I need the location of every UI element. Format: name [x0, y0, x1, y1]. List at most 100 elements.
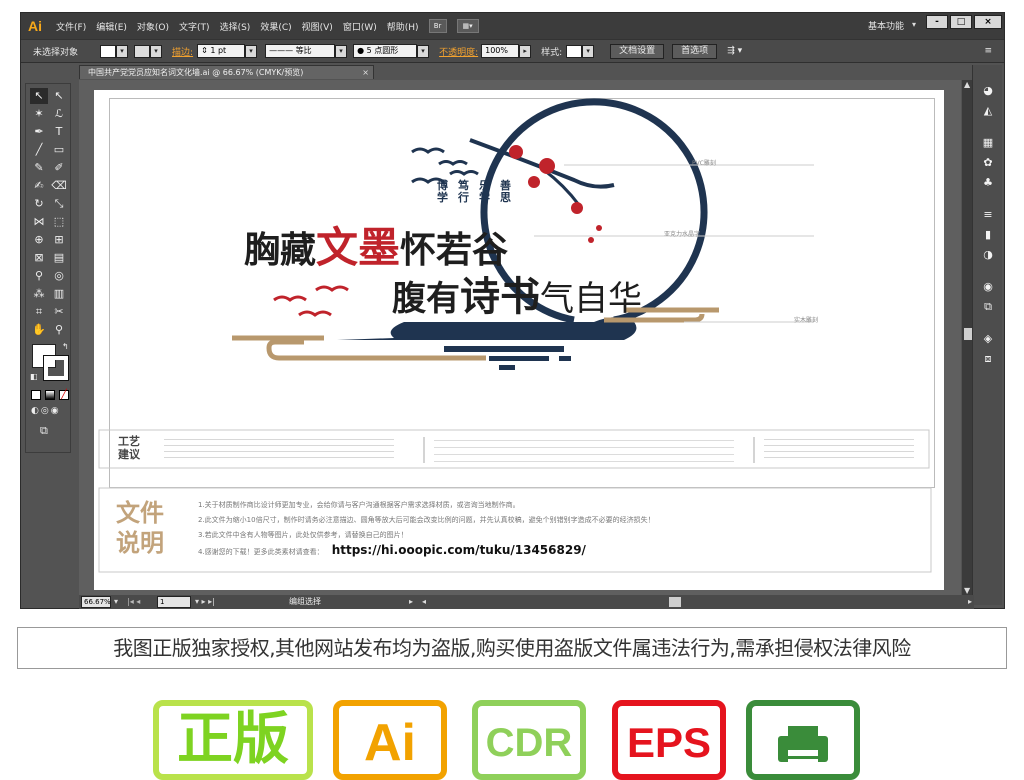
stroke-weight-dropdown[interactable]: ▾ [245, 44, 258, 58]
fill-dropdown[interactable]: ▾ [116, 44, 129, 58]
none-mode-button[interactable]: ╱ [59, 390, 69, 400]
profile-dropdown[interactable]: ▾ [335, 44, 348, 58]
gradient-mode-button[interactable] [45, 390, 55, 400]
paintbrush-tool-icon[interactable]: ✎ [30, 160, 48, 176]
status-menu-icon[interactable]: ▸ [409, 595, 413, 609]
layers-panel-icon[interactable]: ◈ [978, 331, 998, 347]
color-guide-icon[interactable]: ◭ [978, 103, 998, 119]
color-panel-icon[interactable]: ◕ [978, 83, 998, 99]
hand-tool-icon[interactable]: ✋ [30, 322, 48, 338]
document-setup-button[interactable]: 文档设置 [610, 43, 665, 59]
screen-mode-icon[interactable]: ⧉ [40, 424, 48, 438]
variable-width-profile[interactable]: ——— 等比 [265, 44, 336, 58]
horizontal-scroll-thumb[interactable] [669, 597, 681, 607]
stroke-weight-field[interactable]: ⇕ 1 pt [197, 44, 246, 58]
swatches-panel-icon[interactable]: ▦ [978, 135, 998, 151]
bridge-button[interactable]: Br [428, 19, 447, 33]
blob-brush-tool-icon[interactable]: ✍ [30, 178, 48, 194]
scroll-down-icon[interactable]: ▼ [964, 586, 970, 595]
brush-dropdown[interactable]: ▾ [417, 44, 430, 58]
opacity-dropdown[interactable]: ▸ [519, 44, 532, 58]
scale-tool-icon[interactable]: ⤡ [50, 196, 68, 212]
artboard-number-field[interactable]: 1 [157, 596, 191, 608]
scroll-left-icon[interactable]: ◂ [422, 595, 426, 609]
maximize-button[interactable]: □ [950, 15, 972, 29]
gradient-panel-icon[interactable]: ▮ [978, 227, 998, 243]
brush-definition[interactable]: ● 5 点圆形 [353, 44, 418, 58]
transparency-panel-icon[interactable]: ◑ [978, 247, 998, 263]
close-button[interactable]: × [974, 15, 1002, 29]
brushes-panel-icon[interactable]: ✿ [978, 155, 998, 171]
scroll-right-icon[interactable]: ▸ [968, 595, 972, 609]
workspace-dropdown-icon[interactable]: ▾ [912, 20, 916, 29]
gradient-tool-icon[interactable]: ▤ [50, 250, 68, 266]
rectangle-tool-icon[interactable]: ▭ [50, 142, 68, 158]
direct-selection-tool-icon[interactable]: ↖ [50, 88, 68, 104]
width-tool-icon[interactable]: ⋈ [30, 214, 48, 230]
minimize-button[interactable]: - [926, 15, 948, 29]
eraser-tool-icon[interactable]: ⌫ [50, 178, 68, 194]
zoom-tool-icon[interactable]: ⚲ [50, 322, 68, 338]
color-mode-button[interactable] [31, 390, 41, 400]
arrange-icon[interactable]: ⇶ ▾ [727, 46, 742, 56]
scroll-up-icon[interactable]: ▲ [964, 80, 970, 89]
preferences-button[interactable]: 首选项 [672, 43, 718, 59]
stroke-dropdown[interactable]: ▾ [150, 44, 163, 58]
shape-builder-tool-icon[interactable]: ⊕ [30, 232, 48, 248]
column-graph-tool-icon[interactable]: ▥ [50, 286, 68, 302]
free-transform-tool-icon[interactable]: ⬚ [50, 214, 68, 230]
blend-tool-icon[interactable]: ◎ [50, 268, 68, 284]
stroke-panel-icon[interactable]: ≡ [978, 207, 998, 223]
draw-mode-icons[interactable]: ◐◎◉ [31, 406, 61, 416]
slice-tool-icon[interactable]: ✂ [50, 304, 68, 320]
artboards-panel-icon[interactable]: ⧈ [978, 351, 998, 367]
appearance-panel-icon[interactable]: ◉ [978, 279, 998, 295]
eyedropper-tool-icon[interactable]: ⚲ [30, 268, 48, 284]
status-text[interactable]: 编组选择 [289, 595, 321, 609]
opacity-label[interactable]: 不透明度: [439, 45, 478, 58]
stroke-color-box[interactable] [43, 355, 69, 381]
menu-help[interactable]: 帮助(H) [387, 20, 419, 33]
symbols-panel-icon[interactable]: ♣ [978, 175, 998, 191]
menu-file[interactable]: 文件(F) [56, 20, 86, 33]
zoom-dropdown-icon[interactable]: ▾ [114, 595, 118, 609]
perspective-grid-tool-icon[interactable]: ⊞ [50, 232, 68, 248]
canvas-area[interactable]: 胸藏文墨怀若谷 腹有诗书气自华 博学笃行乐学善思 PVC雕刻 亚克力水晶字 实木… [79, 80, 961, 595]
type-tool-icon[interactable]: T [50, 124, 68, 140]
stroke-swatch[interactable] [134, 44, 151, 58]
stroke-label[interactable]: 描边: [172, 45, 193, 58]
document-tab[interactable]: 中国共产党党员应知名词文化墙.ai @ 66.67% (CMYK/预览) × [79, 65, 374, 79]
pencil-tool-icon[interactable]: ✐ [50, 160, 68, 176]
rotate-tool-icon[interactable]: ↻ [30, 196, 48, 212]
menu-object[interactable]: 对象(O) [137, 20, 169, 33]
close-tab-icon[interactable]: × [362, 66, 369, 80]
mesh-tool-icon[interactable]: ⊠ [30, 250, 48, 266]
menu-window[interactable]: 窗口(W) [343, 20, 377, 33]
selection-tool-icon[interactable]: ↖ [30, 88, 48, 104]
opacity-field[interactable]: 100% [481, 44, 520, 58]
workspace-switcher[interactable]: 基本功能 [868, 19, 904, 32]
line-tool-icon[interactable]: ╱ [30, 142, 48, 158]
panel-menu-icon[interactable]: ≡ [984, 46, 992, 56]
style-dropdown[interactable]: ▾ [582, 44, 595, 58]
arrange-documents-icon[interactable]: ▦▾ [456, 19, 479, 33]
menu-select[interactable]: 选择(S) [220, 20, 251, 33]
artboard[interactable]: 胸藏文墨怀若谷 腹有诗书气自华 博学笃行乐学善思 PVC雕刻 亚克力水晶字 实木… [94, 90, 944, 590]
artboard-tool-icon[interactable]: ⌗ [30, 304, 48, 320]
menu-type[interactable]: 文字(T) [179, 20, 210, 33]
fill-swatch[interactable] [100, 44, 117, 58]
artboard-dropdown-icon[interactable]: ▾ ▸ ▸| [195, 595, 215, 609]
symbol-sprayer-tool-icon[interactable]: ⁂ [30, 286, 48, 302]
download-url[interactable]: https://hi.ooopic.com/tuku/13456829/ [332, 543, 586, 557]
menu-effect[interactable]: 效果(C) [260, 20, 291, 33]
lasso-tool-icon[interactable]: ℒ [50, 106, 68, 122]
default-colors-icon[interactable]: ◧ [30, 372, 38, 381]
graphic-style-swatch[interactable] [566, 44, 583, 58]
swap-colors-icon[interactable]: ↰ [62, 342, 69, 351]
magic-wand-tool-icon[interactable]: ✶ [30, 106, 48, 122]
menu-view[interactable]: 视图(V) [302, 20, 333, 33]
menu-edit[interactable]: 编辑(E) [96, 20, 127, 33]
pen-tool-icon[interactable]: ✒ [30, 124, 48, 140]
first-artboard-icon[interactable]: |◂ ◂ [127, 595, 140, 609]
vertical-scroll-thumb[interactable] [964, 328, 972, 340]
